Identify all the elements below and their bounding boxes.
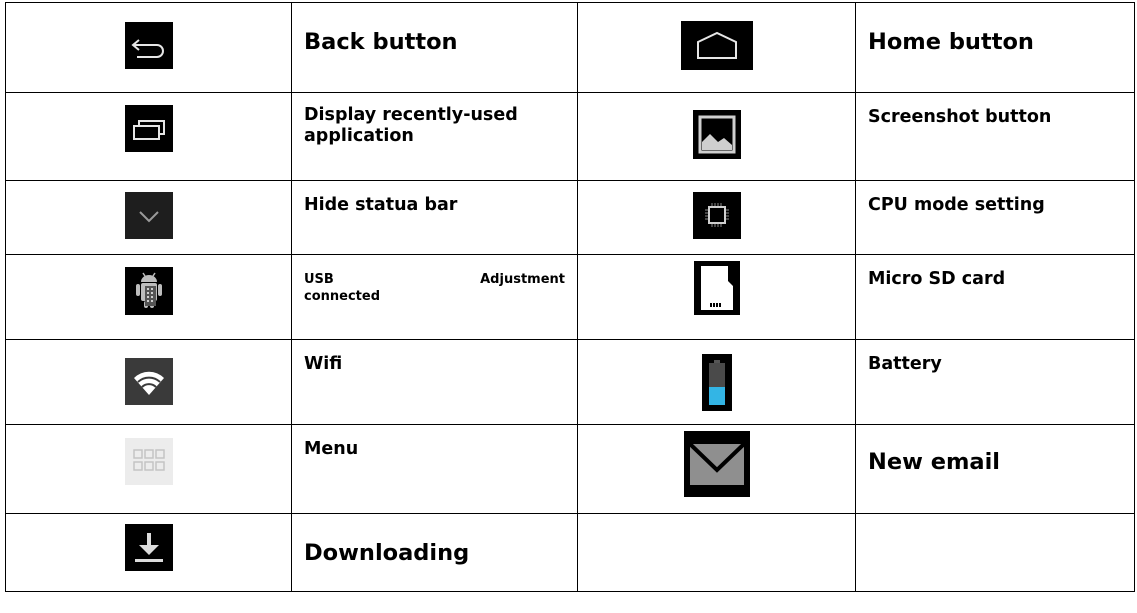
- android-usb-icon: [124, 267, 173, 315]
- menu-label: Menu: [304, 439, 359, 459]
- micro-sd-card-icon: [693, 261, 740, 315]
- recent-apps-icon: [124, 105, 173, 152]
- home-icon: [680, 21, 753, 70]
- chevron-down-icon: [124, 192, 173, 239]
- back-arrow-icon: [124, 22, 173, 69]
- downloading-label: Downloading: [304, 540, 470, 566]
- new-email-label: New email: [868, 449, 1001, 475]
- icon-legend-table: Back button Home button Display recently…: [5, 2, 1135, 592]
- empty-cell: [855, 513, 1135, 592]
- usb-adjustment-label: USB Adjustment: [304, 272, 565, 287]
- table-row: Display recently-used application Screen…: [5, 92, 1135, 181]
- download-icon: [124, 524, 173, 571]
- description-cell: Home button: [855, 2, 1135, 93]
- table-row: Downloading: [5, 513, 1135, 592]
- cpu-mode-label: CPU mode setting: [868, 195, 1045, 215]
- wifi-icon: [124, 358, 173, 405]
- hide-status-bar-label: Hide statua bar: [304, 195, 458, 215]
- email-icon: [683, 431, 750, 497]
- home-button-label: Home button: [868, 29, 1034, 55]
- table-row: USB Adjustment connected Micro SD card: [5, 254, 1135, 340]
- usb-adjustment-label-line2: connected: [304, 288, 381, 304]
- table-row: Back button Home button: [5, 2, 1135, 93]
- back-button-label: Back button: [304, 29, 458, 55]
- battery-icon: [701, 354, 732, 411]
- menu-grid-icon: [124, 438, 173, 485]
- empty-cell: [577, 513, 856, 592]
- description-cell: Back button: [291, 2, 578, 93]
- table-row: Menu New email: [5, 424, 1135, 514]
- icon-cell: [577, 2, 856, 93]
- table-row: Hide statua bar CPU mode setting: [5, 180, 1135, 255]
- wifi-label: Wifi: [304, 354, 343, 374]
- recent-apps-label: Display recently-used application: [304, 105, 518, 147]
- micro-sd-card-label: Micro SD card: [868, 269, 1006, 289]
- table-row: Wifi Battery: [5, 339, 1135, 425]
- icon-cell: [5, 2, 292, 93]
- screenshot-button-label: Screenshot button: [868, 107, 1052, 127]
- cpu-icon: [692, 192, 741, 239]
- screenshot-icon: [692, 110, 741, 159]
- battery-label: Battery: [868, 354, 942, 374]
